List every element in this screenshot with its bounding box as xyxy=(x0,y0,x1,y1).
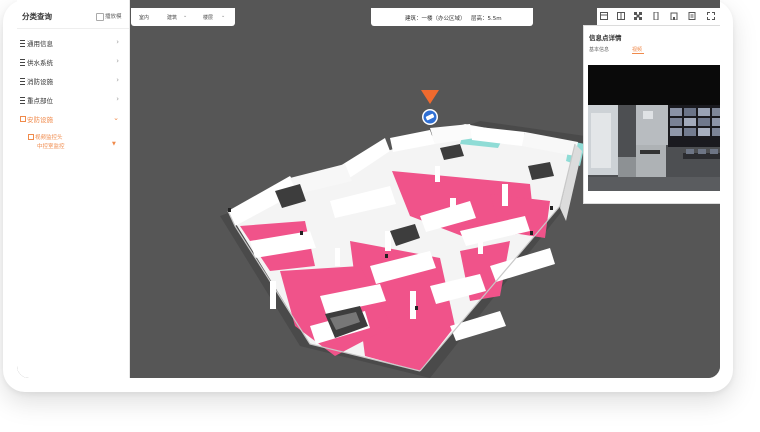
tab-video[interactable]: 视频 xyxy=(632,46,642,53)
height-label: 层高：5.5m xyxy=(471,16,502,22)
filter-toolbar: 室内 建筑 ⌄ 楼层 ⌄ xyxy=(131,8,235,26)
indoor-select[interactable]: 室内 xyxy=(139,14,149,21)
sidebar-item-label: 供水系统 xyxy=(27,59,53,67)
app-screen: 分类查询 播放模 通用信息 › 供水系统 › 消防设施 › 重点部位 › 安防设… xyxy=(17,0,720,378)
panel-title: 信息点详情 xyxy=(589,34,622,42)
sidebar-item-label: 安防设施 xyxy=(27,116,53,124)
sidebar-item-key-areas[interactable]: 重点部位 › xyxy=(17,95,129,107)
chevron-right-icon: › xyxy=(116,57,119,65)
active-tab-underline xyxy=(632,53,644,54)
fullscreen-icon[interactable] xyxy=(707,12,715,20)
list-icon xyxy=(20,40,25,47)
sidebar-item-water[interactable]: 供水系统 › xyxy=(17,57,129,69)
sidebar-item-fire[interactable]: 消防设施 › xyxy=(17,76,129,88)
device-frame: 分类查询 播放模 通用信息 › 供水系统 › 消防设施 › 重点部位 › 安防设… xyxy=(3,0,733,392)
sidebar-subitem-control-room[interactable]: 中控室监控 xyxy=(37,142,65,150)
camera-marker-icon[interactable] xyxy=(419,89,441,127)
sidebar-item-security[interactable]: 安防设施 ⌄ xyxy=(17,114,129,126)
layout-icon[interactable] xyxy=(600,12,608,20)
list-icon xyxy=(20,97,25,104)
sidebar-item-label: 消防设施 xyxy=(27,78,53,86)
chevron-down-icon: ⌄ xyxy=(183,13,188,19)
mode-checkbox[interactable] xyxy=(96,13,104,21)
column-icon[interactable] xyxy=(652,12,660,20)
sidebar-item-label: 重点部位 xyxy=(27,97,53,105)
camera-group-icon xyxy=(28,134,34,140)
chevron-right-icon: › xyxy=(116,95,119,103)
chevron-right-icon: › xyxy=(116,76,119,84)
category-sidebar: 分类查询 播放模 通用信息 › 供水系统 › 消防设施 › 重点部位 › 安防设… xyxy=(17,0,130,378)
chevron-right-icon: › xyxy=(116,38,119,46)
sidebar-subitem-cameras[interactable]: 视频监控头 xyxy=(35,133,63,141)
floor-select[interactable]: 楼层 xyxy=(203,14,213,21)
sidebar-header: 分类查询 播放模 xyxy=(17,0,129,29)
sidebar-item-general[interactable]: 通用信息 › xyxy=(17,38,129,50)
grid-icon xyxy=(20,116,26,122)
list-icon xyxy=(20,59,25,66)
split-view-icon[interactable] xyxy=(617,12,625,20)
building-info-bar: 建筑：一楼（办公区域） 层高：5.5m xyxy=(371,8,533,26)
building-select[interactable]: 建筑 xyxy=(167,14,177,21)
building-label: 建筑：一楼（办公区域） xyxy=(405,16,466,22)
list-icon xyxy=(20,78,25,85)
camera-video-feed[interactable] xyxy=(588,65,720,191)
mode-label: 播放模 xyxy=(105,14,122,20)
chevron-down-icon: ⌄ xyxy=(113,114,119,122)
sidebar-title: 分类查询 xyxy=(22,12,52,21)
tab-basic-info[interactable]: 基本信息 xyxy=(589,46,609,53)
building-icon[interactable] xyxy=(670,12,678,20)
document-icon[interactable] xyxy=(688,12,696,20)
checker-icon[interactable] xyxy=(634,12,642,20)
caret-down-icon: ▼ xyxy=(112,141,116,147)
chevron-down-icon: ⌄ xyxy=(221,13,226,19)
sidebar-item-label: 通用信息 xyxy=(27,40,53,48)
info-detail-panel: 信息点详情 基本信息 视频 xyxy=(583,25,720,204)
view-tools-bar xyxy=(597,8,720,26)
